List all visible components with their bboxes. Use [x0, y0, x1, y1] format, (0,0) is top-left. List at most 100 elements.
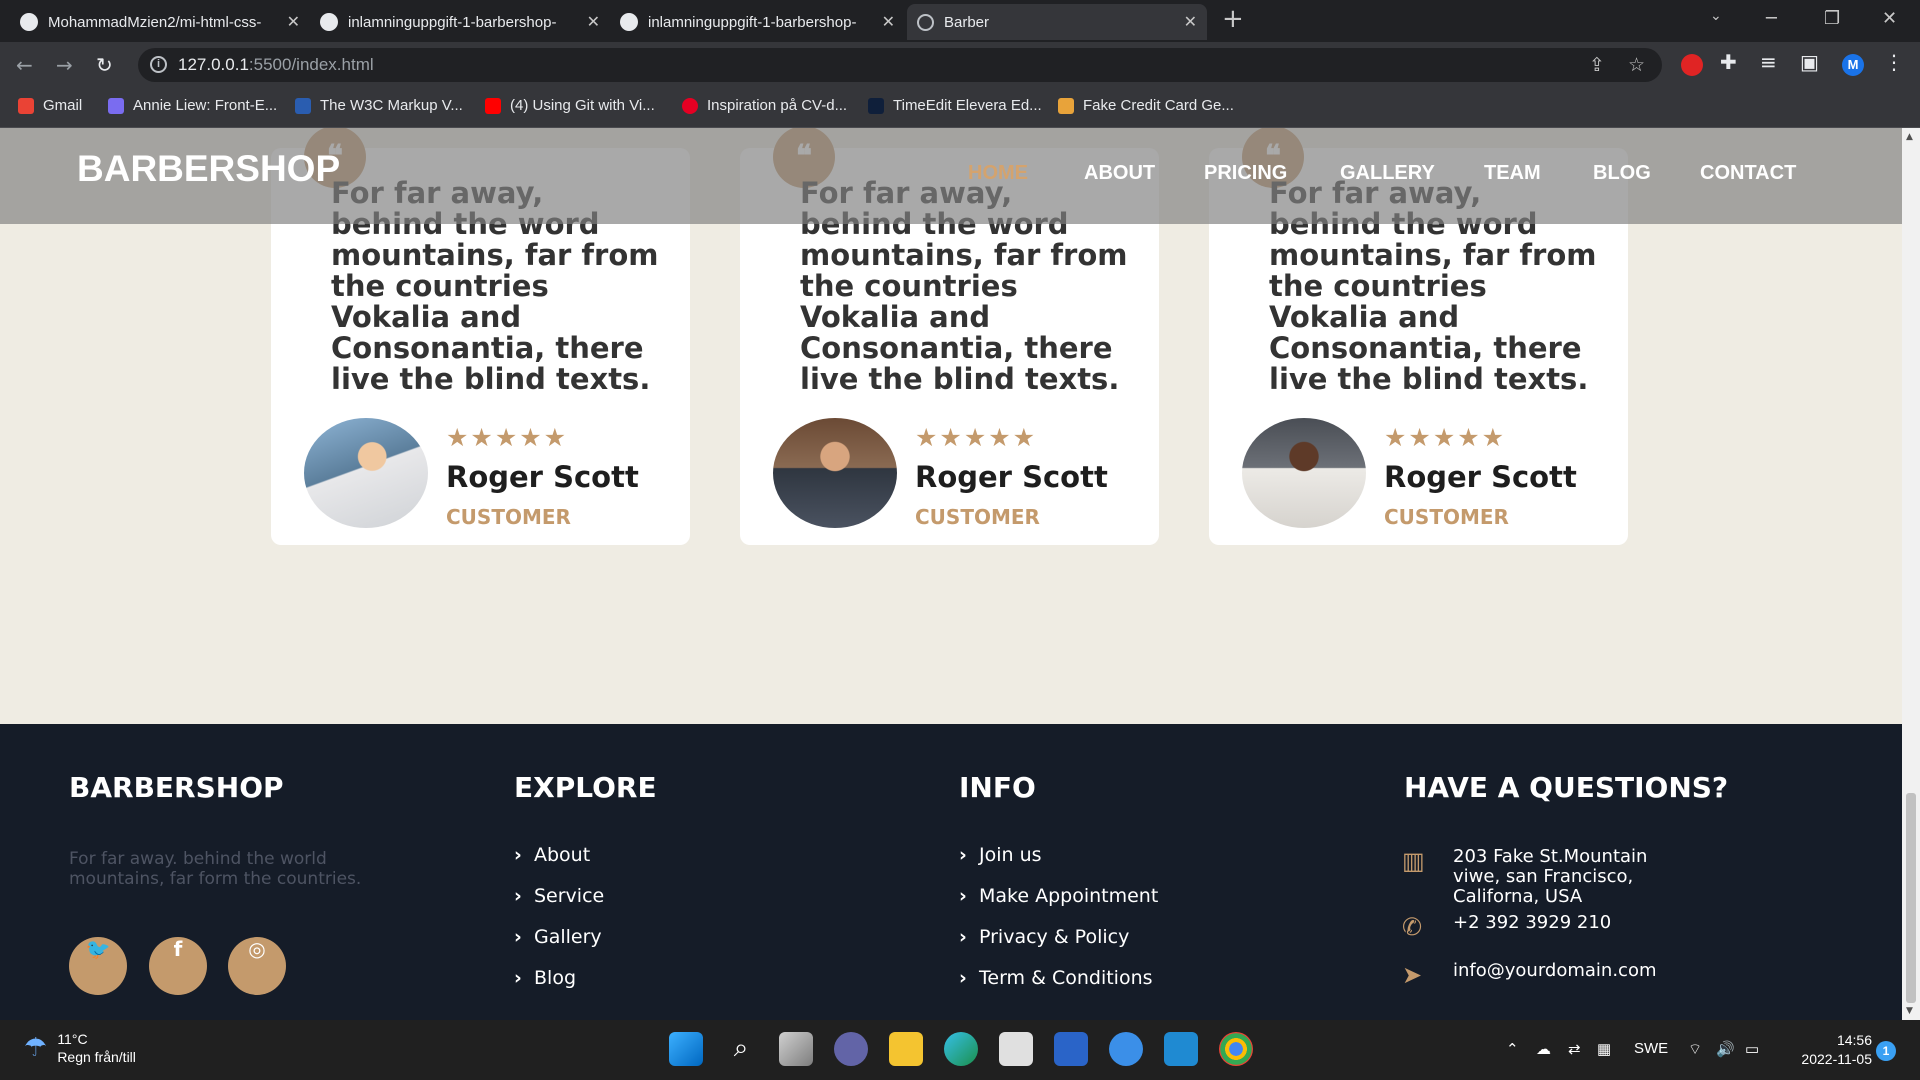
browser-tab[interactable]: MohammadMzien2/mi-html-css- ✕ [10, 4, 310, 40]
nav-gallery[interactable]: GALLERY [1340, 162, 1435, 185]
bookmark-item[interactable]: Inspiration på CV-d... [682, 97, 847, 114]
nav-pricing[interactable]: PRICING [1204, 162, 1287, 185]
onedrive-icon[interactable]: ☁ [1536, 1040, 1551, 1058]
minimize-icon[interactable]: ─ [1766, 8, 1777, 29]
scroll-up-icon[interactable]: ▲ [1906, 132, 1913, 142]
meter-icon[interactable]: ▦ [1597, 1040, 1611, 1058]
bookmark-item[interactable]: Fake Credit Card Ge... [1058, 97, 1234, 114]
mail-app-icon[interactable] [1054, 1032, 1088, 1066]
github-icon [20, 13, 38, 31]
bookmark-item[interactable]: Gmail [18, 97, 82, 114]
chrome-icon[interactable] [1219, 1032, 1253, 1066]
instagram-icon[interactable]: ◎ [228, 937, 286, 995]
address-bar[interactable]: i 127.0.0.1:5500/index.html ⇪ ☆ [138, 48, 1662, 82]
bookmark-item[interactable]: (4) Using Git with Vi... [485, 97, 655, 114]
close-tab-icon[interactable]: ✕ [1184, 12, 1197, 32]
battery-icon[interactable]: ▭ [1745, 1040, 1759, 1058]
side-panel-icon[interactable]: ▣ [1800, 50, 1819, 74]
chevron-right-icon: › [514, 885, 522, 907]
nav-team[interactable]: TEAM [1484, 162, 1541, 185]
bookmark-item[interactable]: Annie Liew: Front-E... [108, 97, 277, 114]
edge-icon[interactable] [944, 1032, 978, 1066]
footer-link-about[interactable]: › About [514, 844, 604, 885]
footer-link-service[interactable]: › Service [514, 885, 604, 926]
nav-contact[interactable]: CONTACT [1700, 162, 1796, 185]
link-label: About [534, 844, 591, 866]
forward-icon[interactable]: → [56, 53, 73, 77]
tab-search-icon[interactable]: ⌄ [1710, 8, 1722, 24]
rating-stars-icon: ★★★★★ [1384, 423, 1507, 452]
youtube-icon [485, 97, 501, 114]
back-icon[interactable]: ← [16, 53, 33, 77]
scroll-down-icon[interactable]: ▼ [1906, 1006, 1913, 1016]
close-tab-icon[interactable]: ✕ [287, 12, 300, 32]
footer-link-terms[interactable]: › Term & Conditions [959, 967, 1158, 1008]
rating-stars-icon: ★★★★★ [915, 423, 1038, 452]
language-indicator[interactable]: SWE [1634, 1040, 1668, 1057]
wifi-icon[interactable]: ⌔ [1688, 1040, 1702, 1059]
phone-icon: ✆ [1402, 913, 1423, 941]
page-scrollbar[interactable]: ▲ ▼ [1902, 128, 1920, 1020]
restore-icon[interactable]: ❐ [1824, 8, 1840, 29]
new-tab-button[interactable]: + [1222, 4, 1244, 34]
close-tab-icon[interactable]: ✕ [587, 12, 600, 32]
reading-list-icon[interactable]: ≡ [1760, 50, 1777, 74]
browser-tab[interactable]: inlamninguppgift-1-barbershop- ✕ [610, 4, 905, 40]
search-icon[interactable]: ⌕ [724, 1032, 758, 1066]
profile-avatar[interactable]: M [1842, 54, 1864, 76]
tab-title: Barber [944, 13, 990, 31]
task-view-icon[interactable] [779, 1032, 813, 1066]
page-viewport[interactable]: ❝ For far away, behind the word mountain… [0, 128, 1902, 1020]
bookmark-item[interactable]: The W3C Markup V... [295, 97, 463, 114]
bookmark-star-icon[interactable]: ☆ [1628, 54, 1645, 76]
messenger-icon[interactable] [1109, 1032, 1143, 1066]
reviewer-role: CUSTOMER [915, 505, 1040, 529]
github-icon [620, 13, 638, 31]
chevron-right-icon: › [514, 967, 522, 989]
adblock-extension-icon[interactable] [1681, 54, 1703, 76]
twitter-icon[interactable]: 🐦 [69, 937, 127, 995]
footer-link-join-us[interactable]: › Join us [959, 844, 1158, 885]
browser-tab[interactable]: inlamninguppgift-1-barbershop- ✕ [310, 4, 610, 40]
site-logo[interactable]: BARBERSHOP [77, 148, 340, 190]
extensions-puzzle-icon[interactable]: ✚ [1720, 50, 1737, 74]
timeedit-icon [868, 97, 884, 114]
reviewer-name: Roger Scott [1384, 460, 1577, 494]
bookmark-label: (4) Using Git with Vi... [510, 97, 655, 114]
footer-link-gallery[interactable]: › Gallery [514, 926, 604, 967]
taskbar-clock[interactable]: 14:56 2022-11-05 [1788, 1031, 1872, 1069]
notification-badge[interactable]: 1 [1876, 1041, 1896, 1061]
url-host: 127.0.0.1 [178, 55, 249, 74]
network-settings-icon[interactable]: ⇄ [1568, 1040, 1581, 1058]
window-close-icon[interactable]: ✕ [1882, 8, 1897, 29]
footer-link-privacy[interactable]: › Privacy & Policy [959, 926, 1158, 967]
teams-chat-icon[interactable] [834, 1032, 868, 1066]
scrollbar-thumb[interactable] [1906, 793, 1916, 1003]
weather-widget[interactable]: ☂ 11°C Regn från/till [24, 1030, 136, 1066]
footer-link-blog[interactable]: › Blog [514, 967, 604, 1008]
nav-home[interactable]: HOME [968, 162, 1028, 185]
bookmarks-bar: Gmail Annie Liew: Front-E... The W3C Mar… [0, 88, 1920, 128]
browser-menu-icon[interactable]: ⋮ [1884, 50, 1904, 74]
file-explorer-icon[interactable] [889, 1032, 923, 1066]
tab-title: MohammadMzien2/mi-html-css- [48, 13, 262, 31]
site-info-icon[interactable]: i [150, 56, 167, 73]
tray-overflow-icon[interactable]: ⌃ [1506, 1040, 1519, 1058]
nav-about[interactable]: ABOUT [1084, 162, 1155, 185]
nav-blog[interactable]: BLOG [1593, 162, 1651, 185]
address-text: 203 Fake St.Mountain viwe, san Francisco… [1453, 846, 1648, 907]
close-tab-icon[interactable]: ✕ [882, 12, 895, 32]
reload-icon[interactable]: ↻ [96, 53, 113, 77]
windows-start-icon[interactable] [669, 1032, 703, 1066]
bookmark-label: TimeEdit Elevera Ed... [893, 97, 1042, 114]
browser-tab-active[interactable]: Barber ✕ [907, 4, 1207, 40]
share-icon[interactable]: ⇪ [1589, 54, 1605, 76]
facebook-icon[interactable]: f [149, 937, 207, 995]
address-url[interactable]: 127.0.0.1:5500/index.html [178, 55, 374, 75]
volume-icon[interactable]: 🔊 [1716, 1040, 1735, 1058]
store-icon[interactable] [999, 1032, 1033, 1066]
link-label: Make Appointment [979, 885, 1159, 907]
vscode-icon[interactable] [1164, 1032, 1198, 1066]
footer-link-appointment[interactable]: › Make Appointment [959, 885, 1158, 926]
bookmark-item[interactable]: TimeEdit Elevera Ed... [868, 97, 1042, 114]
